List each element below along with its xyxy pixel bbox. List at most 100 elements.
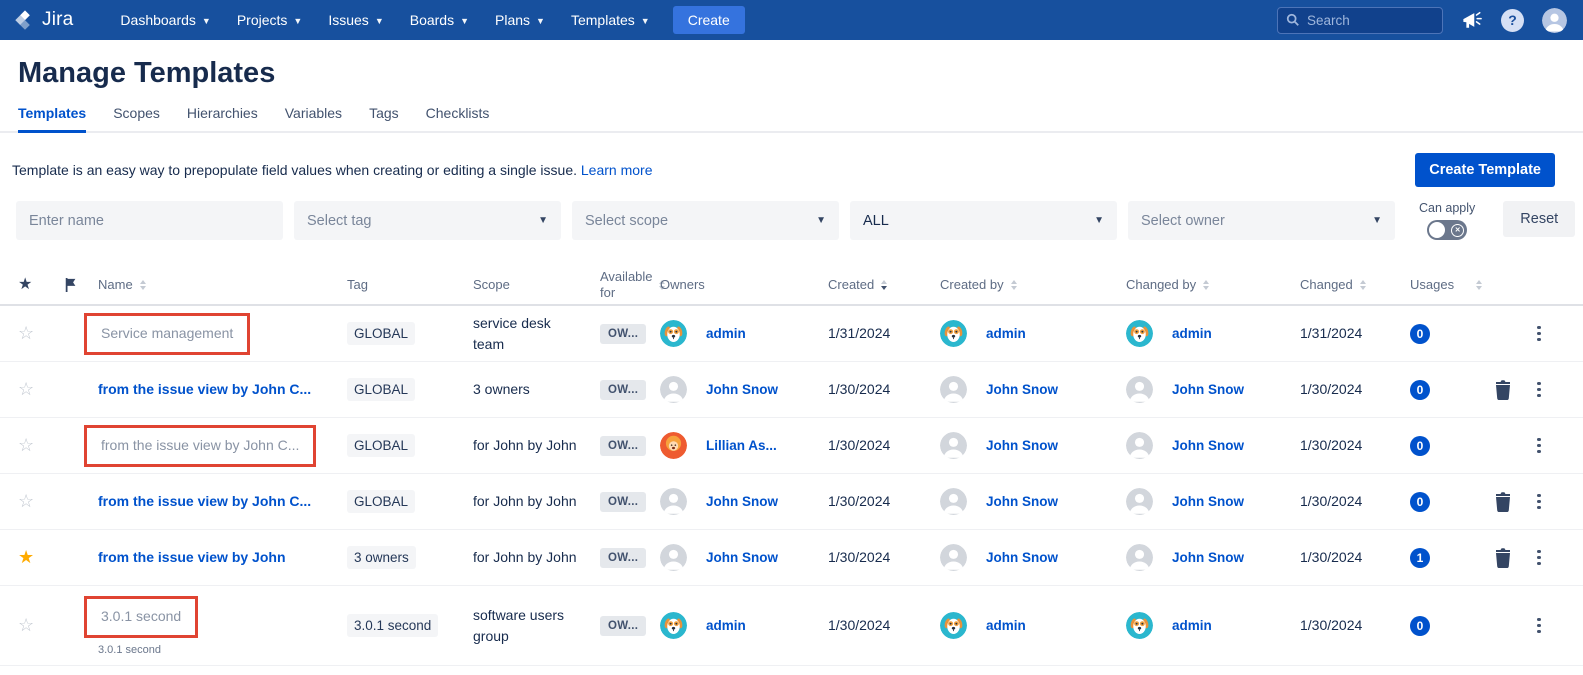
template-name-link[interactable]: 3.0.1 second — [101, 608, 181, 624]
navbar-menu-templates[interactable]: Templates ▼ — [558, 0, 663, 40]
filter-bar: Select tag ▼ Select scope ▼ ALL ▼ Select… — [16, 201, 1583, 240]
owner-filter-select[interactable]: Select owner ▼ — [1128, 201, 1395, 240]
create-template-button[interactable]: Create Template — [1415, 153, 1555, 187]
column-header-created-by[interactable]: Created by — [917, 277, 1103, 293]
reset-button[interactable]: Reset — [1503, 201, 1575, 237]
table-row: ☆ from the issue view by John C... GLOBA… — [0, 418, 1583, 474]
created-by-link[interactable]: John Snow — [986, 382, 1058, 397]
create-button[interactable]: Create — [673, 6, 745, 34]
favorite-star-icon[interactable]: ☆ — [18, 615, 34, 635]
available-for-badge[interactable]: OW... — [600, 436, 646, 456]
column-header-changed[interactable]: Changed — [1289, 277, 1393, 293]
tag-filter-select[interactable]: Select tag ▼ — [294, 201, 561, 240]
more-actions-icon[interactable] — [1535, 616, 1543, 636]
scope-filter-select[interactable]: Select scope ▼ — [572, 201, 839, 240]
template-name-link[interactable]: from the issue view by John C... — [98, 493, 311, 509]
created-by-avatar — [940, 544, 967, 571]
search-input[interactable] — [1307, 13, 1434, 28]
owner-link[interactable]: John Snow — [706, 494, 778, 509]
column-header-changed-by[interactable]: Changed by — [1103, 277, 1289, 293]
global-search[interactable] — [1277, 7, 1443, 34]
available-for-badge[interactable]: OW... — [600, 616, 646, 636]
jira-logo[interactable]: Jira — [14, 9, 73, 31]
can-apply-toggle[interactable]: ✕ — [1427, 220, 1467, 240]
favorite-star-icon[interactable]: ☆ — [18, 379, 34, 399]
navbar-menu-boards[interactable]: Boards ▼ — [397, 0, 482, 40]
column-header-tag: Tag — [334, 277, 460, 293]
created-by-avatar — [940, 612, 967, 639]
scope-text: software users group — [473, 607, 564, 643]
more-actions-icon[interactable] — [1535, 548, 1543, 568]
column-header-available-for[interactable]: Available for — [587, 269, 645, 302]
name-filter-input[interactable] — [29, 213, 270, 229]
changed-by-link[interactable]: John Snow — [1172, 438, 1244, 453]
created-by-link[interactable]: admin — [986, 618, 1026, 633]
available-for-badge[interactable]: OW... — [600, 492, 646, 512]
available-for-badge[interactable]: OW... — [600, 324, 646, 344]
learn-more-link[interactable]: Learn more — [581, 162, 653, 178]
more-actions-icon[interactable] — [1535, 436, 1543, 456]
name-filter[interactable] — [16, 201, 283, 240]
navbar-menu-plans[interactable]: Plans ▼ — [482, 0, 558, 40]
top-navbar: Jira Dashboards ▼ Projects ▼ Issues ▼ Bo… — [0, 0, 1583, 40]
delete-icon[interactable] — [1493, 547, 1513, 569]
changed-by-link[interactable]: admin — [1172, 326, 1212, 341]
template-name-link[interactable]: from the issue view by John C... — [101, 437, 299, 453]
scope-text: service desk team — [473, 315, 551, 351]
profile-avatar[interactable] — [1542, 8, 1567, 33]
navbar-menus: Dashboards ▼ Projects ▼ Issues ▼ Boards … — [107, 0, 662, 40]
changed-by-link[interactable]: John Snow — [1172, 382, 1244, 397]
tab-checklists[interactable]: Checklists — [426, 105, 490, 133]
created-date: 1/30/2024 — [828, 493, 890, 509]
help-icon[interactable]: ? — [1501, 9, 1524, 32]
created-by-link[interactable]: admin — [986, 326, 1026, 341]
tab-scopes[interactable]: Scopes — [113, 105, 160, 133]
changed-by-link[interactable]: John Snow — [1172, 550, 1244, 565]
available-for-badge[interactable]: OW... — [600, 380, 646, 400]
column-header-name[interactable]: Name — [84, 277, 334, 293]
more-actions-icon[interactable] — [1535, 492, 1543, 512]
tab-tags[interactable]: Tags — [369, 105, 399, 133]
owner-link[interactable]: Lillian As... — [706, 438, 777, 453]
navbar-menu-projects[interactable]: Projects ▼ — [224, 0, 316, 40]
created-by-link[interactable]: John Snow — [986, 438, 1058, 453]
sort-icon — [140, 280, 146, 290]
template-name-link[interactable]: from the issue view by John C... — [98, 381, 311, 397]
navbar-menu-dashboards[interactable]: Dashboards ▼ — [107, 0, 223, 40]
favorite-star-icon[interactable]: ★ — [18, 547, 34, 567]
owner-link[interactable]: admin — [706, 326, 746, 341]
created-by-link[interactable]: John Snow — [986, 494, 1058, 509]
favorite-star-icon[interactable]: ☆ — [18, 491, 34, 511]
created-by-link[interactable]: John Snow — [986, 550, 1058, 565]
owner-link[interactable]: admin — [706, 618, 746, 633]
favorite-star-icon[interactable]: ☆ — [18, 323, 34, 343]
owner-avatar — [660, 320, 687, 347]
table-row: ☆ 3.0.1 second 3.0.1 second 3.0.1 second… — [0, 586, 1583, 666]
page-title: Manage Templates — [18, 57, 1583, 90]
available-for-badge[interactable]: OW... — [600, 548, 646, 568]
delete-icon[interactable] — [1493, 491, 1513, 513]
created-by-avatar — [940, 488, 967, 515]
more-actions-icon[interactable] — [1535, 324, 1543, 344]
favorites-column-icon[interactable]: ★ — [18, 275, 32, 295]
chevron-down-icon: ▼ — [202, 16, 211, 26]
more-actions-icon[interactable] — [1535, 380, 1543, 400]
owner-link[interactable]: John Snow — [706, 382, 778, 397]
column-header-created[interactable]: Created — [811, 277, 917, 293]
announcements-megaphone-icon[interactable] — [1461, 10, 1483, 30]
template-name-link[interactable]: Service management — [101, 325, 233, 341]
favorite-star-icon[interactable]: ☆ — [18, 435, 34, 455]
tab-templates[interactable]: Templates — [18, 105, 86, 133]
changed-by-link[interactable]: admin — [1172, 618, 1212, 633]
template-name-link[interactable]: from the issue view by John — [98, 549, 286, 565]
changed-by-link[interactable]: John Snow — [1172, 494, 1244, 509]
tab-hierarchies[interactable]: Hierarchies — [187, 105, 258, 133]
delete-icon[interactable] — [1493, 379, 1513, 401]
column-header-usages[interactable]: Usages — [1393, 277, 1481, 293]
flag-column-icon[interactable] — [64, 277, 78, 293]
tab-variables[interactable]: Variables — [285, 105, 342, 133]
owner-link[interactable]: John Snow — [706, 550, 778, 565]
navbar-menu-issues[interactable]: Issues ▼ — [315, 0, 396, 40]
available-for-filter-select[interactable]: ALL ▼ — [850, 201, 1117, 240]
brand-name: Jira — [42, 9, 73, 31]
